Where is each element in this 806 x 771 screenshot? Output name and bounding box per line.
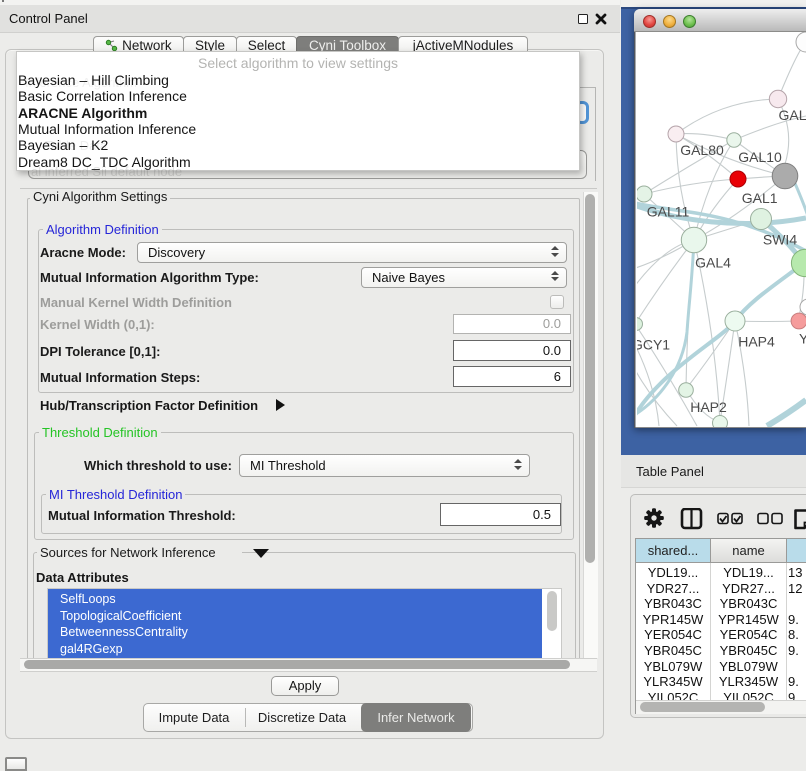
svg-text:GCY1: GCY1: [637, 337, 670, 353]
svg-text:SWI4: SWI4: [763, 232, 797, 248]
svg-text:GAL10: GAL10: [738, 149, 782, 165]
svg-text:GAL80: GAL80: [680, 142, 724, 158]
svg-text:HAP4: HAP4: [738, 334, 775, 350]
svg-text:GAL11: GAL11: [647, 204, 690, 220]
svg-text:GAL7: GAL7: [779, 107, 806, 123]
svg-text:Y: Y: [799, 331, 806, 347]
svg-text:GAL4: GAL4: [695, 255, 731, 271]
svg-text:GAL1: GAL1: [742, 190, 778, 206]
svg-text:HAP2: HAP2: [690, 399, 727, 415]
